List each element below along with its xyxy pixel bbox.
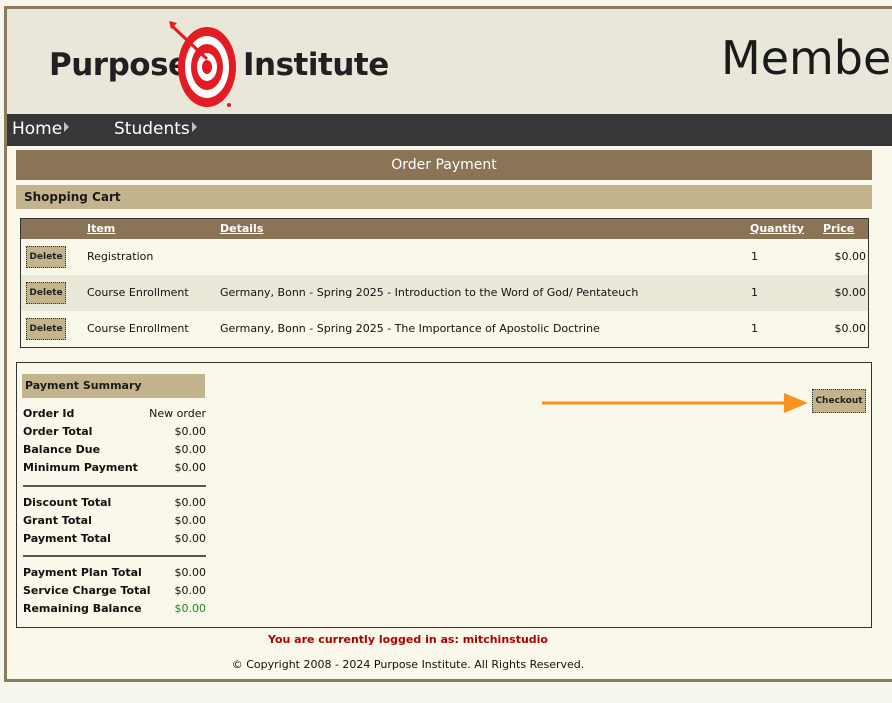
table-row: Delete Registration 1 $0.00 (21, 239, 868, 275)
nav-item-label: Students (114, 119, 190, 139)
summary-row-remaining-balance: Remaining Balance $0.00 (23, 600, 206, 618)
summary-value: $0.00 (174, 584, 207, 597)
checkout-button[interactable]: Checkout (812, 389, 866, 413)
summary-label: Service Charge Total (23, 584, 151, 597)
summary-row-balance-due: Balance Due $0.00 (23, 441, 206, 459)
summary-row-payment-plan-total: Payment Plan Total $0.00 (23, 564, 206, 582)
summary-label: Discount Total (23, 496, 112, 509)
cell-quantity: 1 (751, 286, 758, 299)
summary-divider (23, 555, 206, 557)
summary-label: Payment Total (23, 532, 111, 545)
summary-row-payment-total: Payment Total $0.00 (23, 530, 206, 548)
copyright-notice: © Copyright 2008 - 2024 Purpose Institut… (231, 658, 585, 671)
site-header: Purpose Institute Member (7, 9, 892, 114)
summary-value: $0.00 (174, 496, 207, 509)
cell-details: Germany, Bonn - Spring 2025 - The Import… (220, 322, 600, 335)
header-title: Member (721, 31, 892, 85)
cell-item: Course Enrollment (87, 286, 189, 299)
submenu-arrow-icon (64, 122, 70, 132)
cell-price: $0.00 (834, 250, 867, 263)
summary-divider (23, 485, 206, 487)
summary-row-minimum-payment: Minimum Payment $0.00 (23, 459, 206, 477)
shopping-cart-table: Item Details Quantity Price Delete Regis… (20, 218, 869, 348)
summary-row-order-id: Order Id New order (23, 405, 206, 423)
summary-label: Payment Plan Total (23, 566, 142, 579)
delete-button[interactable]: Delete (26, 246, 66, 268)
table-row: Delete Course Enrollment Germany, Bonn -… (21, 311, 868, 347)
table-header: Item Details Quantity Price (21, 219, 868, 239)
nav-item-label: Home (12, 119, 63, 139)
purpose-institute-logo[interactable]: Purpose Institute (49, 19, 389, 109)
cell-item: Course Enrollment (87, 322, 189, 335)
summary-value: $0.00 (174, 532, 207, 545)
summary-label: Grant Total (23, 514, 92, 527)
summary-value: $0.00 (174, 461, 207, 474)
summary-label: Remaining Balance (23, 602, 142, 615)
summary-label: Minimum Payment (23, 461, 138, 474)
annotation-arrow-icon (542, 393, 808, 413)
summary-value: $0.00 (174, 602, 207, 615)
payment-summary-panel: Payment Summary Order Id New order Order… (16, 362, 872, 628)
table-row: Delete Course Enrollment Germany, Bonn -… (21, 275, 868, 311)
cell-details: Germany, Bonn - Spring 2025 - Introducti… (220, 286, 639, 299)
column-header-quantity[interactable]: Quantity (750, 222, 804, 235)
summary-value: $0.00 (174, 443, 207, 456)
cell-price: $0.00 (834, 322, 867, 335)
summary-value: $0.00 (174, 425, 207, 438)
summary-label: Order Id (23, 407, 75, 420)
summary-label: Order Total (23, 425, 93, 438)
payment-summary-heading: Payment Summary (22, 374, 205, 398)
summary-value: New order (149, 407, 206, 420)
column-header-item[interactable]: Item (87, 222, 115, 235)
cell-quantity: 1 (751, 250, 758, 263)
cell-price: $0.00 (834, 286, 867, 299)
nav-item-students[interactable]: Students (114, 119, 197, 139)
page-frame: Purpose Institute Member Home Students O… (4, 6, 892, 682)
main-nav: Home Students (7, 114, 892, 146)
delete-button[interactable]: Delete (26, 282, 66, 304)
nav-item-home[interactable]: Home (12, 119, 70, 139)
delete-button[interactable]: Delete (26, 318, 66, 340)
summary-row-grant-total: Grant Total $0.00 (23, 512, 206, 530)
cell-item: Registration (87, 250, 154, 263)
column-header-details[interactable]: Details (220, 222, 263, 235)
target-logo-icon (169, 21, 236, 107)
cell-quantity: 1 (751, 322, 758, 335)
summary-row-discount-total: Discount Total $0.00 (23, 494, 206, 512)
page-title: Order Payment (16, 150, 872, 180)
summary-label: Balance Due (23, 443, 101, 456)
shopping-cart-heading: Shopping Cart (16, 185, 872, 209)
summary-value: $0.00 (174, 566, 207, 579)
logo-word-institute: Institute (243, 47, 389, 83)
summary-row-order-total: Order Total $0.00 (23, 423, 206, 441)
submenu-arrow-icon (191, 122, 197, 132)
summary-row-service-charge-total: Service Charge Total $0.00 (23, 582, 206, 600)
column-header-price[interactable]: Price (823, 222, 854, 235)
summary-value: $0.00 (174, 514, 207, 527)
logged-in-status: You are currently logged in as: mitchins… (268, 633, 548, 646)
